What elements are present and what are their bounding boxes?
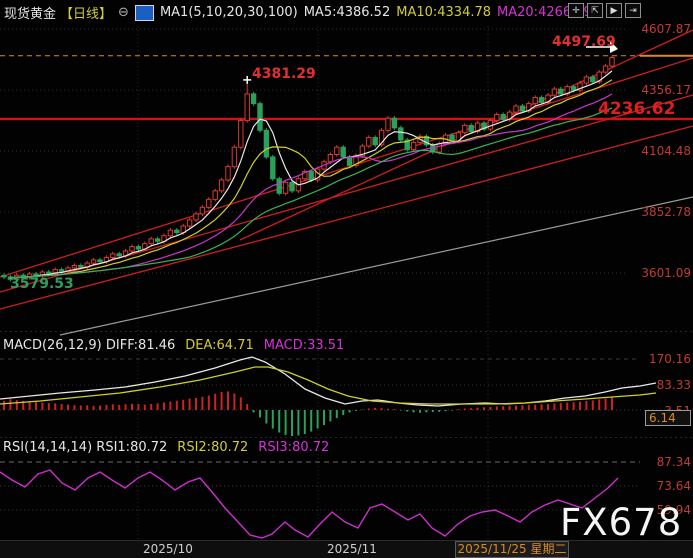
macd-label: MACD(26,12,9) xyxy=(3,338,102,353)
macd-axis-label: 170.16 xyxy=(649,353,691,365)
rsi-label: RSI(14,14,14) xyxy=(3,440,92,455)
price-axis-label: 4607.87 xyxy=(641,23,691,35)
macd-pane-header: MACD(26,12,9) DIFF:81.46 DEA:64.71 MACD:… xyxy=(3,338,344,353)
macd-axis-label: 83.33 xyxy=(657,379,691,391)
rsi-axis-label: 73.64 xyxy=(657,480,691,492)
rsi2-value: RSI2:80.72 xyxy=(177,440,248,455)
macd-diff-value: DIFF:81.46 xyxy=(106,338,175,353)
last-high-annotation: 4497.69 xyxy=(552,34,616,50)
swing-low-annotation: 3579.53 xyxy=(10,276,74,292)
rsi-axis-label: 87.34 xyxy=(657,456,691,468)
x-axis-label: 2025/11 xyxy=(327,543,377,555)
price-axis-label: 4104.48 xyxy=(641,145,691,157)
price-axis-label: 3852.78 xyxy=(641,206,691,218)
chart-app-window: 现货黄金 【日线】 ⊖ MA1(5,10,20,30,100) MA5:4386… xyxy=(0,0,693,558)
current-date-box: 2025/11/25 星期二 xyxy=(455,541,569,558)
price-axis-label: 3601.09 xyxy=(641,267,691,279)
price-axis-label: 4356.17 xyxy=(641,84,691,96)
rsi1-value: RSI1:80.72 xyxy=(96,440,167,455)
swing-high-annotation: 4381.29 xyxy=(252,66,316,82)
horizontal-line-price-label: 4236.62 xyxy=(598,99,675,119)
rsi3-value: RSI3:80.72 xyxy=(258,440,329,455)
macd-dea-value: DEA:64.71 xyxy=(185,338,254,353)
rsi-params-and-rsi1: RSI(14,14,14) RSI1:80.72 xyxy=(3,440,167,455)
macd-macd-value: MACD:33.51 xyxy=(264,338,345,353)
watermark: FX678 xyxy=(560,501,682,544)
macd-value-box: 6.14 xyxy=(645,410,691,426)
chart-canvas[interactable] xyxy=(0,0,693,558)
rsi-pane-header: RSI(14,14,14) RSI1:80.72 RSI2:80.72 RSI3… xyxy=(3,440,329,455)
macd-params-and-diff: MACD(26,12,9) DIFF:81.46 xyxy=(3,338,175,353)
x-axis-label: 2025/10 xyxy=(143,543,193,555)
